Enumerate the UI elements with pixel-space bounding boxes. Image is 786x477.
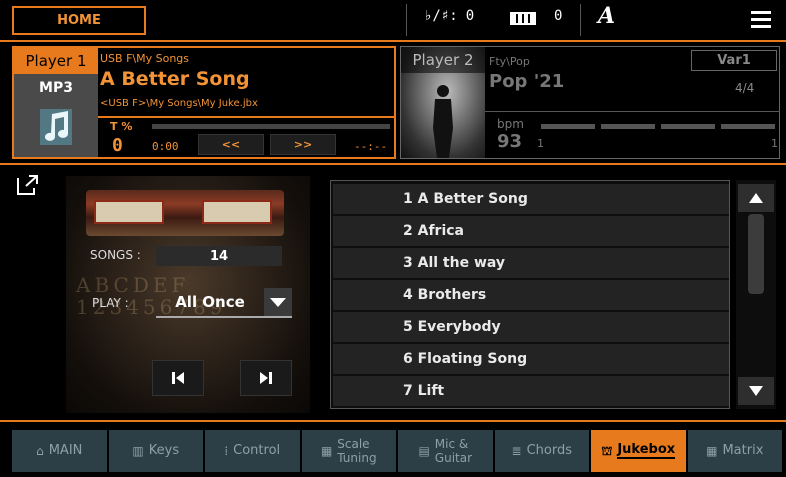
menu-icon[interactable] bbox=[751, 11, 771, 29]
song-list-scrollbar[interactable] bbox=[736, 180, 776, 409]
tab-keys[interactable]: ▥ Keys bbox=[108, 430, 203, 472]
player1-panel[interactable]: Player 1 MP3 USB F\My Songs A Better Son… bbox=[12, 46, 396, 159]
tab-mic-guitar[interactable]: ▤ Mic & Guitar bbox=[398, 430, 493, 472]
tab-label: Matrix bbox=[722, 443, 764, 458]
jukebox-selector-strip bbox=[86, 190, 284, 236]
tab-label: Guitar bbox=[434, 451, 473, 465]
next-song-button[interactable] bbox=[240, 360, 292, 396]
tab-jukebox[interactable]: ⛫ Jukebox bbox=[591, 430, 686, 472]
tab-label: Jukebox bbox=[617, 442, 676, 459]
singer-silhouette-icon bbox=[433, 85, 453, 158]
player1-tab[interactable]: Player 1 bbox=[14, 48, 98, 74]
tempo-label: T % bbox=[110, 120, 133, 133]
control-icon: ⁞ bbox=[224, 444, 229, 458]
tuning-indicator[interactable]: A bbox=[598, 3, 615, 29]
tab-label: Keys bbox=[148, 443, 180, 458]
home-button[interactable]: HOME bbox=[12, 6, 146, 35]
variation-badge[interactable]: Var1 bbox=[691, 50, 777, 71]
play-mode-value: All Once bbox=[175, 293, 245, 311]
bottom-tab-bar: ⌂ MAIN ▥ Keys ⁞ Control ▦ Scale Tuning ▤… bbox=[12, 430, 782, 472]
mic-icon: ▤ bbox=[418, 444, 430, 458]
song-list-item[interactable]: 6 Floating Song bbox=[333, 344, 729, 375]
keys-icon: ▥ bbox=[132, 444, 144, 458]
tab-label: Control bbox=[233, 443, 281, 458]
skip-forward-icon bbox=[260, 372, 272, 384]
song-list-item[interactable]: 2 Africa bbox=[333, 216, 729, 247]
beat-end: 1 bbox=[771, 137, 778, 150]
tempo-value[interactable]: 0 bbox=[112, 135, 123, 156]
player1-type: MP3 bbox=[14, 74, 98, 157]
beat-start: 1 bbox=[537, 137, 544, 150]
scroll-thumb[interactable] bbox=[748, 214, 764, 294]
octave-value: 0 bbox=[554, 8, 563, 24]
tab-label: Mic & bbox=[434, 437, 469, 451]
matrix-icon: ▦ bbox=[706, 444, 718, 458]
music-note-icon bbox=[40, 109, 72, 145]
scale-icon: ▦ bbox=[320, 444, 333, 458]
songs-count: 14 bbox=[156, 246, 282, 266]
player1-transport: T % 0 0:00 << >> --:-- bbox=[98, 116, 394, 157]
song-list[interactable]: 1 A Better Song 2 Africa 3 All the way 4… bbox=[330, 180, 730, 409]
fast-forward-button[interactable]: >> bbox=[270, 134, 336, 155]
home-icon: ⌂ bbox=[36, 444, 44, 458]
scroll-up-button[interactable] bbox=[738, 184, 774, 212]
tab-chords[interactable]: ≣ Chords bbox=[494, 430, 589, 472]
divider bbox=[406, 4, 407, 36]
chevron-down-icon bbox=[270, 297, 286, 307]
song-list-item[interactable]: 7 Lift bbox=[333, 376, 729, 407]
arrow-up-icon bbox=[749, 193, 763, 203]
player1-path: USB F\My Songs bbox=[100, 52, 190, 65]
previous-song-button[interactable] bbox=[152, 360, 204, 396]
play-label: PLAY : bbox=[92, 296, 129, 310]
song-list-item[interactable]: 3 All the way bbox=[333, 248, 729, 279]
beat-indicator bbox=[541, 124, 775, 129]
bottom-divider bbox=[0, 420, 786, 422]
player2-panel[interactable]: Player 2 Fty\Pop Pop '21 Var1 4/4 bpm 93… bbox=[400, 46, 780, 159]
song-list-item[interactable]: 1 A Better Song bbox=[333, 184, 729, 215]
bpm-value[interactable]: 93 bbox=[497, 131, 522, 152]
transpose-display[interactable]: ♭/♯: 0 bbox=[424, 8, 474, 24]
play-mode-select[interactable]: All Once bbox=[156, 288, 292, 318]
chords-icon: ≣ bbox=[511, 444, 522, 458]
elapsed-time: 0:00 bbox=[152, 140, 179, 153]
songs-label: SONGS : bbox=[90, 248, 141, 262]
transpose-value: 0 bbox=[465, 8, 475, 24]
player2-path: Fty\Pop bbox=[489, 55, 530, 68]
tab-label: MAIN bbox=[48, 443, 83, 458]
player1-song-title: A Better Song bbox=[100, 68, 250, 90]
dropdown-button[interactable] bbox=[264, 288, 292, 316]
song-list-item[interactable]: 4 Brothers bbox=[333, 280, 729, 311]
remaining-time: --:-- bbox=[354, 140, 388, 153]
top-bar: HOME ♭/♯: 0 0 A bbox=[0, 0, 786, 40]
section-divider bbox=[0, 163, 786, 165]
transpose-symbol: ♭/♯: bbox=[424, 8, 458, 24]
tab-label: Chords bbox=[526, 443, 572, 458]
tab-main[interactable]: ⌂ MAIN bbox=[12, 430, 107, 472]
mp3-label: MP3 bbox=[39, 80, 73, 96]
tab-scale-tuning[interactable]: ▦ Scale Tuning bbox=[301, 430, 396, 472]
arrow-down-icon bbox=[749, 386, 763, 396]
divider bbox=[580, 4, 581, 36]
scroll-down-button[interactable] bbox=[738, 377, 774, 405]
expand-icon[interactable] bbox=[16, 174, 40, 196]
divider bbox=[485, 111, 780, 112]
song-progress-bar[interactable] bbox=[152, 124, 390, 129]
bpm-label: bpm bbox=[497, 117, 524, 131]
player2-tab[interactable]: Player 2 bbox=[401, 47, 485, 73]
tab-label: Scale bbox=[337, 437, 370, 451]
time-signature: 4/4 bbox=[735, 81, 755, 95]
tab-control[interactable]: ⁞ Control bbox=[205, 430, 300, 472]
skip-back-icon bbox=[172, 372, 184, 384]
rewind-button[interactable]: << bbox=[198, 134, 264, 155]
player2-style-title: Pop '21 bbox=[489, 71, 565, 92]
top-divider bbox=[0, 40, 786, 42]
keyboard-icon[interactable] bbox=[510, 12, 536, 25]
jukebox-icon: ⛫ bbox=[601, 444, 613, 458]
song-list-item[interactable]: 5 Everybody bbox=[333, 312, 729, 343]
tab-matrix[interactable]: ▦ Matrix bbox=[687, 430, 782, 472]
tab-label: Tuning bbox=[337, 451, 377, 465]
player1-file-path: <USB F>\My Songs\My Juke.jbx bbox=[100, 98, 258, 109]
